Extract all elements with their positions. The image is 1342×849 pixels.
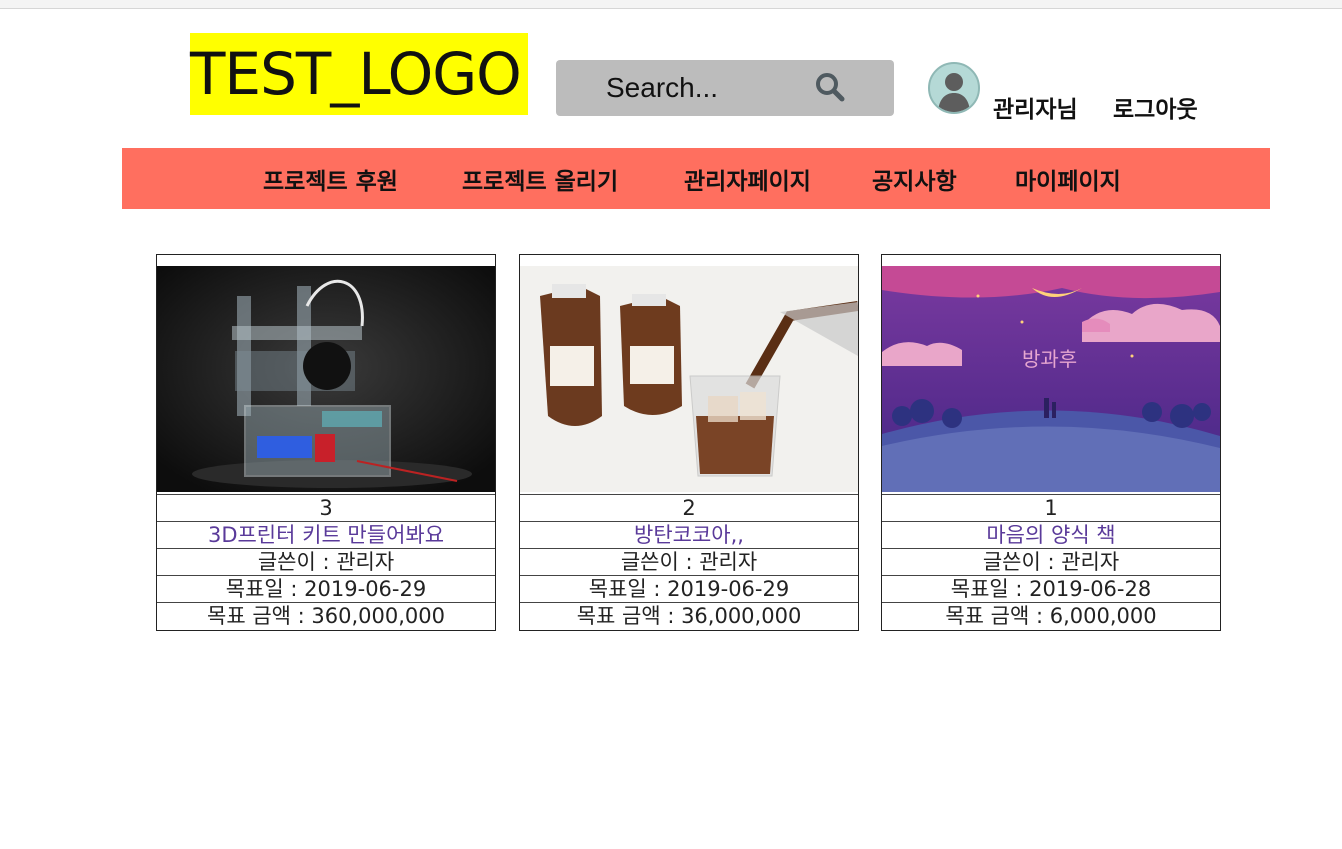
project-target-amount: 목표 금액 : 360,000,000 xyxy=(157,602,495,629)
project-author: 글쓴이 : 관리자 xyxy=(520,548,858,575)
site-logo[interactable]: TEST_LOGO xyxy=(190,33,528,115)
book-cover-title: 방과후 xyxy=(1022,347,1077,371)
project-thumbnail-cocoa[interactable] xyxy=(520,266,858,492)
project-card[interactable]: 2 방탄코코아,, 글쓴이 : 관리자 목표일 : 2019-06-29 목표 … xyxy=(519,254,859,631)
project-author: 글쓴이 : 관리자 xyxy=(882,548,1220,575)
search-icon[interactable] xyxy=(814,71,846,103)
search-bar[interactable] xyxy=(556,60,894,116)
project-title-link[interactable]: 방탄코코아,, xyxy=(520,521,858,548)
main-nav: 프로젝트 후원 프로젝트 올리기 관리자페이지 공지사항 마이페이지 xyxy=(122,148,1270,209)
project-title-link[interactable]: 3D프린터 키트 만들어봐요 xyxy=(157,521,495,548)
project-title-link[interactable]: 마음의 양식 책 xyxy=(882,521,1220,548)
project-number: 3 xyxy=(157,494,495,521)
project-number: 2 xyxy=(520,494,858,521)
nav-item-notice[interactable]: 공지사항 xyxy=(872,162,957,196)
project-thumbnail-book[interactable]: 방과후 xyxy=(882,266,1220,492)
search-input[interactable] xyxy=(606,70,806,106)
project-card[interactable]: 3 3D프린터 키트 만들어봐요 글쓴이 : 관리자 목표일 : 2019-06… xyxy=(156,254,496,631)
project-author: 글쓴이 : 관리자 xyxy=(157,548,495,575)
project-target-date: 목표일 : 2019-06-29 xyxy=(157,575,495,602)
nav-item-admin-page[interactable]: 관리자페이지 xyxy=(684,162,811,196)
user-name-label: 관리자님 xyxy=(993,97,1078,123)
project-target-amount: 목표 금액 : 6,000,000 xyxy=(882,602,1220,629)
nav-item-project-support[interactable]: 프로젝트 후원 xyxy=(263,162,398,196)
project-target-date: 목표일 : 2019-06-29 xyxy=(520,575,858,602)
browser-top-edge xyxy=(0,0,1342,9)
project-target-amount: 목표 금액 : 36,000,000 xyxy=(520,602,858,629)
project-thumbnail-3d-printer[interactable] xyxy=(157,266,495,492)
nav-item-my-page[interactable]: 마이페이지 xyxy=(1015,162,1121,196)
logout-link[interactable]: 로그아웃 xyxy=(1113,90,1198,124)
project-card[interactable]: 방과후 1 마음의 양식 책 글쓴이 : 관리자 목표일 : 2019-06-2… xyxy=(881,254,1221,631)
project-number: 1 xyxy=(882,494,1220,521)
project-target-date: 목표일 : 2019-06-28 xyxy=(882,575,1220,602)
user-avatar-icon xyxy=(928,62,980,114)
nav-item-project-upload[interactable]: 프로젝트 올리기 xyxy=(462,162,618,196)
